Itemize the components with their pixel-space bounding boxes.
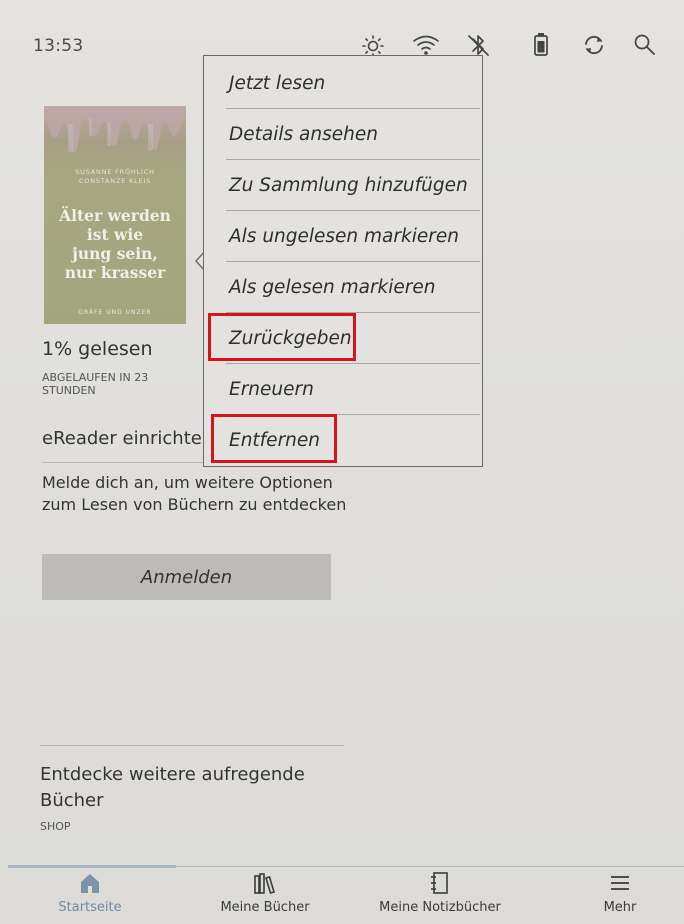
- menu-icon: [611, 876, 629, 890]
- cover-title-line: ist wie: [86, 225, 144, 244]
- active-tab-indicator: [8, 865, 176, 868]
- highlight-return: [208, 313, 356, 361]
- menu-item-add-to-collection[interactable]: Zu Sammlung hinzufügen: [204, 160, 481, 211]
- cover-title-line: jung sein,: [72, 244, 158, 263]
- shop-divider: [40, 745, 344, 746]
- cover-title-line: Älter werden: [59, 206, 171, 225]
- setup-description: Melde dich an, um weitere Optionen zum L…: [42, 473, 347, 514]
- shop-label: SHOP: [40, 820, 71, 833]
- home-icon: [81, 874, 99, 893]
- nav-home-label: Startseite: [58, 900, 122, 915]
- shop-title[interactable]: Entdecke weitere aufregende Bücher: [40, 762, 360, 814]
- nav-home[interactable]: Startseite: [30, 870, 150, 924]
- menu-item-details[interactable]: Details ansehen: [204, 109, 481, 160]
- nav-more-label: Mehr: [603, 900, 637, 915]
- loan-expiry: ABGELAUFEN IN 23 STUNDEN: [42, 371, 149, 397]
- nav-more[interactable]: Mehr: [580, 870, 660, 924]
- cover-author-2: CONSTANZE KLEIS: [78, 177, 152, 185]
- book-context-menu: Jetzt lesen Details ansehen Zu Sammlung …: [203, 55, 483, 467]
- sync-icon[interactable]: [579, 30, 609, 60]
- highlight-remove: [211, 414, 337, 463]
- search-icon[interactable]: [630, 30, 660, 60]
- cover-author-1: SUSANNE FRÖHLICH: [75, 168, 155, 176]
- login-button[interactable]: Anmelden: [42, 554, 331, 600]
- cover-title-line: nur krasser: [64, 263, 166, 282]
- reading-progress: 1% gelesen: [42, 338, 153, 360]
- nav-my-books-label: Meine Bücher: [220, 900, 310, 915]
- cover-publisher: GRÄFE UND UNZER: [78, 309, 152, 316]
- battery-icon[interactable]: [526, 30, 556, 60]
- cover-authors: SUSANNE FRÖHLICH CONSTANZE KLEIS: [44, 168, 186, 186]
- menu-item-mark-read[interactable]: Als gelesen markieren: [204, 262, 481, 313]
- menu-item-mark-unread[interactable]: Als ungelesen markieren: [204, 211, 481, 262]
- book-cover[interactable]: SUSANNE FRÖHLICH CONSTANZE KLEIS Älter w…: [44, 106, 186, 324]
- setup-title: eReader einrichten: [42, 428, 214, 449]
- nav-my-notebooks[interactable]: Meine Notizbücher: [360, 870, 520, 924]
- home-screen: 13:53 SUSANNE FRÖHLICH CONSTANZE KLEIS Ä…: [0, 0, 684, 924]
- cover-drip-art: [44, 106, 186, 152]
- cover-title: Älter werden ist wie jung sein, nur kras…: [44, 206, 186, 282]
- notebook-icon: [431, 872, 448, 894]
- books-icon: [254, 873, 275, 894]
- nav-my-books[interactable]: Meine Bücher: [205, 870, 325, 924]
- menu-item-renew[interactable]: Erneuern: [204, 364, 481, 415]
- menu-item-read-now[interactable]: Jetzt lesen: [204, 58, 481, 109]
- nav-my-notebooks-label: Meine Notizbücher: [379, 900, 501, 915]
